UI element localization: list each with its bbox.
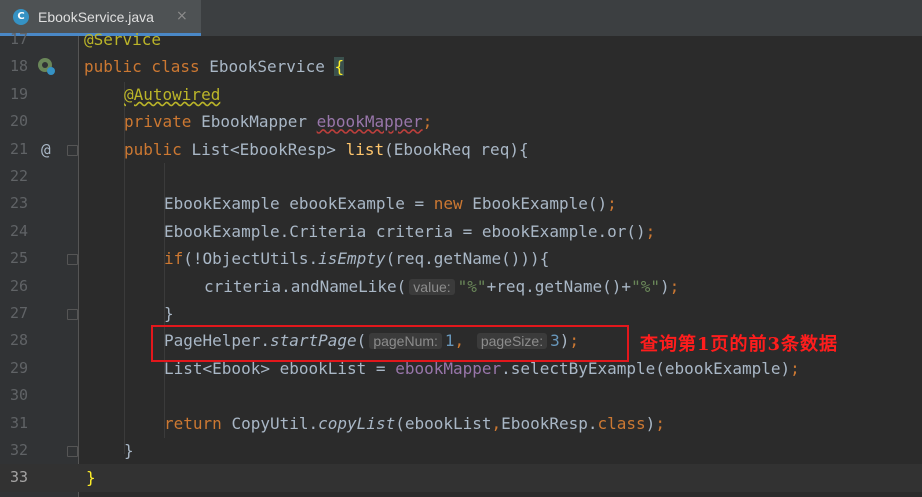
code-text: public class EbookService { xyxy=(84,57,345,77)
code-line: 25 if(!ObjectUtils.isEmpty(req.getName()… xyxy=(0,245,922,272)
java-class-icon: C xyxy=(13,9,29,25)
code-line: 17 @Service xyxy=(0,26,922,53)
code-text: } xyxy=(86,468,96,488)
override-at-icon[interactable]: @ xyxy=(41,140,51,159)
code-line: 19 @Autowired xyxy=(0,81,922,108)
param-hint: value: xyxy=(409,278,455,295)
line-number: 26 xyxy=(9,276,28,295)
line-number: 23 xyxy=(9,194,28,213)
fold-marker-icon[interactable] xyxy=(67,144,78,156)
code-line-current: 33 } xyxy=(0,464,922,492)
annotation-note: 查询第1页的前3条数据 xyxy=(640,334,839,355)
code-line: 26 criteria.andNameLike(value: "%"+req.ge… xyxy=(0,273,922,300)
line-number: 20 xyxy=(9,112,28,131)
code-text: } xyxy=(164,304,174,323)
line-number: 17 xyxy=(9,30,28,48)
line-number: 31 xyxy=(9,413,28,432)
line-number: 28 xyxy=(9,331,28,350)
code-text: return CopyUtil.copyList(ebookList,Ebook… xyxy=(164,413,665,433)
code-text: if(!ObjectUtils.isEmpty(req.getName())){ xyxy=(164,249,550,269)
code-text: EbookExample ebookExample = new EbookExa… xyxy=(164,194,617,214)
line-number: 25 xyxy=(9,249,28,268)
highlight-box xyxy=(151,325,629,362)
line-number: 30 xyxy=(9,386,28,405)
close-icon[interactable]: × xyxy=(176,8,188,24)
line-number: 32 xyxy=(9,441,28,459)
fold-marker-icon[interactable] xyxy=(67,309,78,320)
code-text: @Autowired xyxy=(124,84,221,104)
tab-label: EbookService.java xyxy=(38,9,154,25)
code-line: 21 @ public List<EbookResp> list(EbookRe… xyxy=(0,136,922,163)
line-number: 19 xyxy=(9,84,28,103)
code-line: 27 } xyxy=(0,300,922,327)
code-line: 22 xyxy=(0,163,922,190)
line-number: 29 xyxy=(9,358,28,377)
code-line: 31 return CopyUtil.copyList(ebookList,Eb… xyxy=(0,410,922,437)
line-number: 21 xyxy=(9,139,28,158)
code-line: 24 EbookExample.Criteria criteria = eboo… xyxy=(0,218,922,245)
code-text: public List<EbookResp> list(EbookReq req… xyxy=(124,139,529,159)
line-number: 18 xyxy=(9,57,28,76)
code-line: 23 EbookExample ebookExample = new Ebook… xyxy=(0,190,922,217)
line-number: 27 xyxy=(9,304,28,322)
spring-bean-icon[interactable] xyxy=(37,56,57,76)
code-line: 18 public class EbookService { xyxy=(0,53,922,80)
line-number: 24 xyxy=(9,221,28,240)
code-line: 32 } xyxy=(0,437,922,464)
line-number: 33 xyxy=(9,468,28,487)
code-text: criteria.andNameLike(value: "%"+req.getNa… xyxy=(204,276,680,296)
code-line: 30 xyxy=(0,382,922,409)
code-text: private EbookMapper ebookMapper; xyxy=(124,112,433,132)
fold-marker-icon[interactable] xyxy=(67,254,78,266)
code-text: } xyxy=(124,441,134,460)
fold-marker-icon[interactable] xyxy=(67,446,78,457)
code-text: EbookExample.Criteria criteria = ebookEx… xyxy=(164,221,656,241)
code-line: 20 private EbookMapper ebookMapper; xyxy=(0,108,922,135)
line-number: 22 xyxy=(9,167,28,185)
code-text: @Service xyxy=(84,30,162,49)
